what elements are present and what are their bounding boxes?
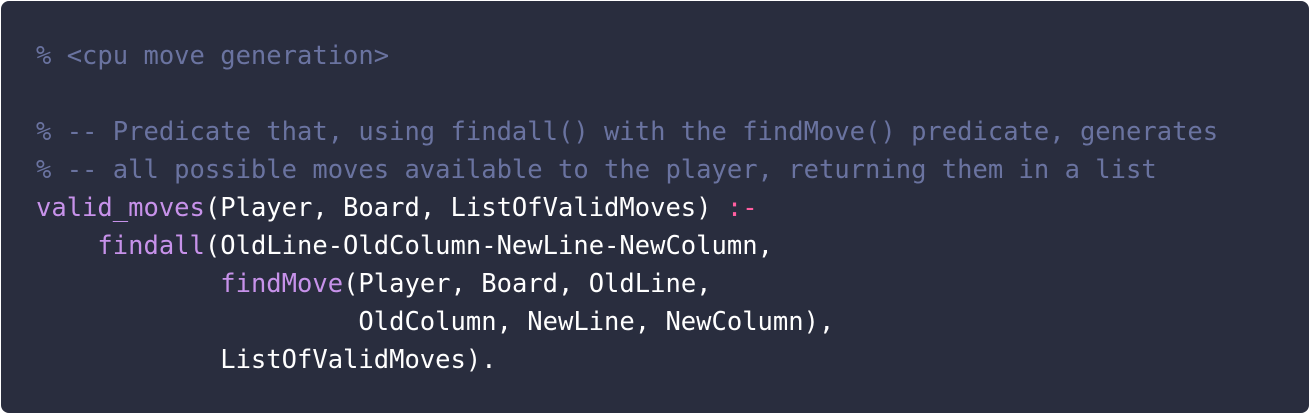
code-text: ListOfValidMoves). xyxy=(36,345,497,375)
code-function-name: findMove xyxy=(220,269,344,299)
code-block: % <cpu move generation> % -- Predicate t… xyxy=(1,1,1309,413)
code-content: % <cpu move generation> % -- Predicate t… xyxy=(36,37,1309,379)
code-line: % -- all possible moves available to the… xyxy=(36,151,1309,189)
code-line-empty xyxy=(36,75,1309,113)
code-line: % -- Predicate that, using findall() wit… xyxy=(36,113,1309,151)
code-text: (Player, Board, ListOfValidMoves) xyxy=(204,193,727,223)
code-function-name: findall xyxy=(97,231,205,261)
code-line: findall(OldLine-OldColumn-NewLine-NewCol… xyxy=(36,227,1309,265)
code-comment: % -- Predicate that, using findall() wit… xyxy=(36,117,1219,147)
code-comment: % -- all possible moves available to the… xyxy=(36,155,1157,185)
code-line: OldColumn, NewLine, NewColumn), xyxy=(36,303,1309,341)
code-line: % <cpu move generation> xyxy=(36,37,1309,75)
code-function-name: valid_moves xyxy=(36,193,205,223)
code-operator: :- xyxy=(726,193,758,223)
code-text: (OldLine-OldColumn-NewLine-NewColumn, xyxy=(204,231,773,261)
code-line: ListOfValidMoves). xyxy=(36,341,1309,379)
code-text: OldColumn, NewLine, NewColumn), xyxy=(36,307,835,337)
code-text: (Player, Board, OldLine, xyxy=(343,269,712,299)
code-line: findMove(Player, Board, OldLine, xyxy=(36,265,1309,303)
code-comment: % <cpu move generation> xyxy=(36,41,390,71)
code-line: valid_moves(Player, Board, ListOfValidMo… xyxy=(36,189,1309,227)
